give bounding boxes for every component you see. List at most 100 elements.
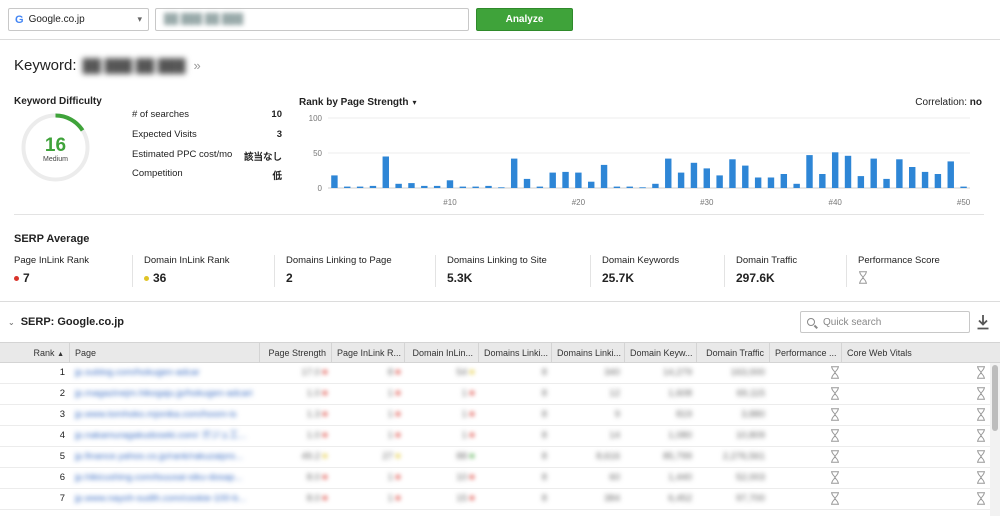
chart-bar[interactable] bbox=[382, 156, 389, 189]
table-row[interactable]: 1 jp.sublog.com/hokugen-adcar 17.0 8 54 8 340 1… bbox=[0, 363, 990, 384]
column-header-page-inlink-rank[interactable]: Page InLink R... bbox=[332, 343, 405, 363]
column-header-domains-linking-to-site[interactable]: Domains Linki... bbox=[552, 343, 625, 363]
chart-bar[interactable] bbox=[934, 174, 942, 188]
google-icon: G bbox=[15, 13, 24, 26]
stat-label: # of searches bbox=[132, 109, 190, 120]
chart-bar[interactable] bbox=[575, 172, 582, 188]
chart-bar[interactable] bbox=[433, 185, 441, 188]
chart-bar[interactable] bbox=[754, 177, 762, 189]
chart-bar[interactable] bbox=[344, 186, 351, 188]
chart-bar[interactable] bbox=[780, 174, 788, 188]
chart-bar[interactable] bbox=[857, 176, 865, 188]
metric-value: 36 bbox=[153, 271, 167, 285]
chart-bar[interactable] bbox=[408, 183, 415, 188]
cell-page[interactable]: jp.www.tomhoko.mjonika.com/hoom-is bbox=[70, 405, 260, 425]
chart-bar[interactable] bbox=[960, 186, 967, 188]
chart-bar[interactable] bbox=[421, 185, 428, 188]
column-header-page-strength[interactable]: Page Strength bbox=[260, 343, 332, 363]
chart-bar[interactable] bbox=[498, 187, 505, 189]
cell-dlp: 8 bbox=[479, 489, 552, 509]
chart-bar[interactable] bbox=[459, 186, 467, 188]
chart-bar[interactable] bbox=[690, 162, 698, 188]
chart-bar[interactable] bbox=[613, 186, 621, 188]
cell-page[interactable]: jp.finance.yahoo.co.jp/rank/rakuzaipro..… bbox=[70, 447, 260, 467]
column-header-core-web-vitals[interactable]: Core Web Vitals bbox=[842, 343, 1000, 363]
chart-bar[interactable] bbox=[909, 167, 916, 188]
column-header-domains-linking-to-page[interactable]: Domains Linki... bbox=[479, 343, 552, 363]
chart-bar[interactable] bbox=[806, 155, 813, 188]
chart-bar[interactable] bbox=[536, 186, 544, 188]
chart-bar[interactable] bbox=[562, 171, 569, 188]
chart-bar[interactable] bbox=[356, 186, 364, 188]
chart-bar[interactable] bbox=[600, 164, 608, 188]
chart-bar[interactable] bbox=[883, 178, 890, 188]
chart-bar[interactable] bbox=[446, 180, 454, 188]
chart-bar[interactable] bbox=[742, 165, 749, 188]
chart-bar[interactable] bbox=[677, 172, 685, 188]
cell-dls: 60 bbox=[552, 468, 625, 488]
cell-page[interactable]: jp.magazinejm.hikogaju.jp/hokugen-adcari bbox=[70, 384, 260, 404]
collapse-chevron-icon[interactable]: ⌄ bbox=[8, 318, 15, 327]
chart-bar[interactable] bbox=[510, 158, 518, 188]
cell-page[interactable]: jp.hikicushing.com/tsuusai-siku-dosap... bbox=[70, 468, 260, 488]
keyword-input[interactable]: ██ ███ ██ ███ bbox=[155, 8, 469, 31]
download-icon[interactable] bbox=[976, 314, 990, 330]
chart-bar[interactable] bbox=[395, 183, 402, 188]
chart-bar[interactable] bbox=[588, 181, 595, 188]
chart-bar[interactable] bbox=[485, 185, 492, 188]
table-row[interactable]: 5 jp.finance.yahoo.co.jp/rank/rakuzaipro.… bbox=[0, 447, 990, 468]
column-header-page[interactable]: Page bbox=[70, 343, 260, 363]
rank-dot bbox=[396, 391, 400, 396]
x-tick-label: #20 bbox=[572, 198, 586, 207]
rank-chart-selector[interactable]: Rank by Page Strength ▾ bbox=[299, 97, 416, 108]
chart-bar[interactable] bbox=[369, 185, 377, 188]
scrollbar-thumb[interactable] bbox=[992, 365, 998, 431]
chart-bar[interactable] bbox=[870, 158, 877, 188]
chart-bar[interactable] bbox=[472, 186, 479, 188]
cell-value: 14,279 bbox=[662, 367, 692, 378]
chart-bar[interactable] bbox=[716, 175, 723, 188]
double-chevron-right-icon[interactable]: » bbox=[193, 58, 200, 73]
chart-bar[interactable] bbox=[819, 174, 826, 188]
serp-section-header[interactable]: ⌄ SERP: Google.co.jp bbox=[8, 316, 124, 328]
cell-page[interactable]: jp.sublog.com/hokugen-adcar bbox=[70, 363, 260, 383]
chart-bar[interactable] bbox=[921, 171, 929, 188]
table-row[interactable]: 2 jp.magazinejm.hikogaju.jp/hokugen-adcar… bbox=[0, 384, 990, 405]
table-row[interactable]: 7 jp.www.nayoh-sudth.com/cookie-100-b... 8… bbox=[0, 489, 990, 510]
analyze-button[interactable]: Analyze bbox=[476, 8, 573, 31]
chart-bar[interactable] bbox=[665, 158, 672, 188]
chart-bar[interactable] bbox=[639, 187, 646, 189]
chart-bar[interactable] bbox=[729, 159, 736, 188]
chart-bar[interactable] bbox=[549, 172, 556, 188]
chart-bar[interactable] bbox=[947, 161, 954, 188]
chart-bar[interactable] bbox=[831, 152, 839, 188]
column-header-domain-keywords[interactable]: Domain Keyw... bbox=[625, 343, 697, 363]
column-header-domain-traffic[interactable]: Domain Traffic bbox=[697, 343, 770, 363]
search-engine-select[interactable]: G Google.co.jp ▾ bbox=[8, 8, 149, 31]
cell-value: 163,000 bbox=[730, 367, 765, 378]
chart-bar[interactable] bbox=[767, 177, 775, 189]
table-scrollbar[interactable] bbox=[990, 363, 1000, 516]
x-tick-label: #40 bbox=[829, 198, 843, 207]
chart-bar[interactable] bbox=[844, 155, 852, 188]
chart-bar[interactable] bbox=[652, 183, 659, 188]
quick-search-input[interactable]: Quick search bbox=[800, 311, 970, 333]
chart-bar[interactable] bbox=[793, 183, 800, 188]
chart-bar[interactable] bbox=[896, 159, 903, 188]
sort-asc-icon: ▲ bbox=[57, 351, 64, 358]
column-header-performance-score[interactable]: Performance ... bbox=[770, 343, 842, 363]
table-row[interactable]: 6 jp.hikicushing.com/tsuusai-siku-dosap..… bbox=[0, 468, 990, 489]
divider bbox=[435, 255, 436, 287]
column-header-rank[interactable]: Rank ▲ bbox=[0, 343, 70, 363]
chart-bar[interactable] bbox=[523, 178, 531, 188]
rank-dot bbox=[323, 412, 327, 417]
cell-page[interactable]: jp.nakamuragakudoseki.com/ ガジュ工... bbox=[70, 426, 260, 446]
chart-bar[interactable] bbox=[703, 168, 710, 188]
column-header-domain-inlink-rank[interactable]: Domain InLin... bbox=[405, 343, 479, 363]
cell-rank: 3 bbox=[0, 405, 70, 425]
table-row[interactable]: 4 jp.nakamuragakudoseki.com/ ガジュ工... 1.0 1 1… bbox=[0, 426, 990, 447]
cell-page[interactable]: jp.www.nayoh-sudth.com/cookie-100-b... bbox=[70, 489, 260, 509]
chart-bar[interactable] bbox=[331, 175, 338, 188]
chart-bar[interactable] bbox=[626, 186, 633, 188]
table-row[interactable]: 3 jp.www.tomhoko.mjonika.com/hoom-is 1.3 1 1… bbox=[0, 405, 990, 426]
